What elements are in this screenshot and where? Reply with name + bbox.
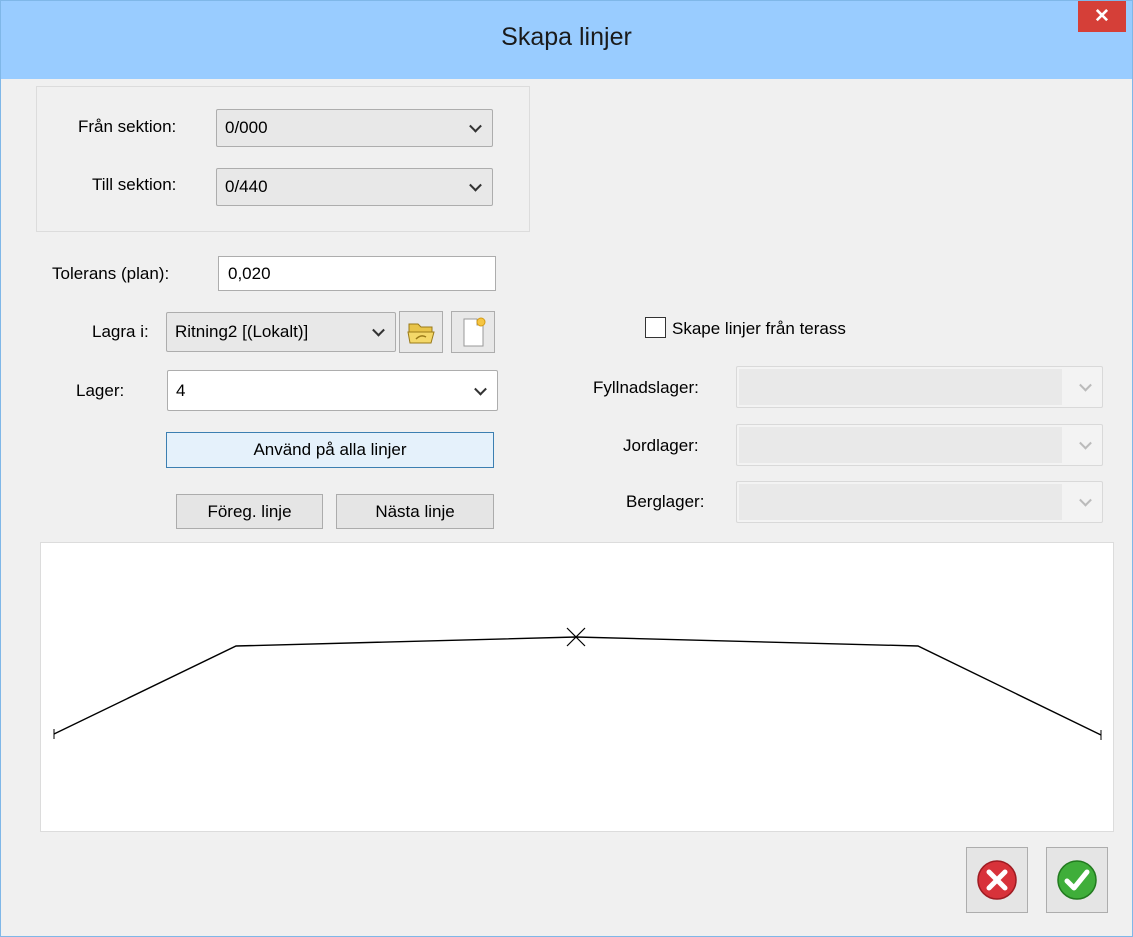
cross-section-drawing bbox=[53, 627, 1102, 740]
dialog-title: Skapa linjer bbox=[501, 23, 632, 51]
store-in-label: Lagra i: bbox=[92, 322, 149, 341]
apply-all-lines-label: Använd på alla linjer bbox=[253, 440, 407, 459]
terrace-checkbox[interactable] bbox=[645, 317, 666, 338]
from-section-value: 0/000 bbox=[225, 118, 268, 137]
cancel-button[interactable] bbox=[966, 847, 1028, 913]
apply-all-lines-button[interactable]: Använd på alla linjer bbox=[166, 432, 494, 468]
tolerance-value: 0,020 bbox=[228, 263, 271, 283]
chevron-down-icon bbox=[1072, 367, 1102, 407]
new-drawing-button[interactable] bbox=[451, 311, 495, 353]
to-section-label: Till sektion: bbox=[92, 175, 177, 194]
cancel-icon bbox=[977, 860, 1017, 900]
chevron-down-icon bbox=[462, 110, 492, 146]
fill-layer-dropdown[interactable] bbox=[736, 366, 1103, 408]
from-section-label: Från sektion: bbox=[78, 117, 177, 136]
rock-layer-label: Berglager: bbox=[626, 492, 705, 511]
previous-line-button[interactable]: Föreg. linje bbox=[176, 494, 323, 529]
layer-dropdown[interactable]: 4 bbox=[167, 370, 498, 411]
layer-value: 4 bbox=[176, 380, 186, 400]
ok-checkmark-icon bbox=[1057, 860, 1097, 900]
to-section-dropdown[interactable]: 0/440 bbox=[216, 168, 493, 206]
title-bar[interactable]: Skapa linjer ✕ bbox=[1, 1, 1132, 79]
chevron-down-icon bbox=[1072, 482, 1102, 522]
store-in-value: Ritning2 [(Lokalt)] bbox=[175, 322, 309, 341]
chevron-down-icon bbox=[1072, 425, 1102, 465]
previous-line-label: Föreg. linje bbox=[207, 501, 292, 521]
terrace-checkbox-label: Skape linjer från terass bbox=[672, 319, 846, 338]
fill-layer-label: Fyllnadslager: bbox=[593, 378, 699, 397]
tolerance-label: Tolerans (plan): bbox=[52, 264, 170, 283]
store-in-dropdown[interactable]: Ritning2 [(Lokalt)] bbox=[166, 312, 396, 352]
new-document-icon bbox=[463, 317, 486, 347]
cross-section-line bbox=[53, 636, 1102, 736]
open-drawing-button[interactable] bbox=[399, 311, 443, 353]
cross-section-preview[interactable] bbox=[40, 542, 1114, 832]
section-range-group bbox=[36, 86, 530, 232]
ok-button[interactable] bbox=[1046, 847, 1108, 913]
soil-layer-dropdown[interactable] bbox=[736, 424, 1103, 466]
chevron-down-icon bbox=[365, 313, 395, 351]
close-button[interactable]: ✕ bbox=[1078, 1, 1126, 32]
next-line-button[interactable]: Nästa linje bbox=[336, 494, 494, 529]
layer-label: Lager: bbox=[76, 381, 125, 400]
tolerance-input[interactable]: 0,020 bbox=[218, 256, 496, 291]
from-section-dropdown[interactable]: 0/000 bbox=[216, 109, 493, 147]
chevron-down-icon bbox=[462, 169, 492, 205]
next-line-label: Nästa linje bbox=[375, 501, 455, 521]
chevron-down-icon bbox=[467, 371, 497, 410]
soil-layer-label: Jordlager: bbox=[623, 436, 699, 455]
folder-open-icon bbox=[407, 323, 435, 344]
rock-layer-dropdown[interactable] bbox=[736, 481, 1103, 523]
to-section-value: 0/440 bbox=[225, 177, 268, 196]
